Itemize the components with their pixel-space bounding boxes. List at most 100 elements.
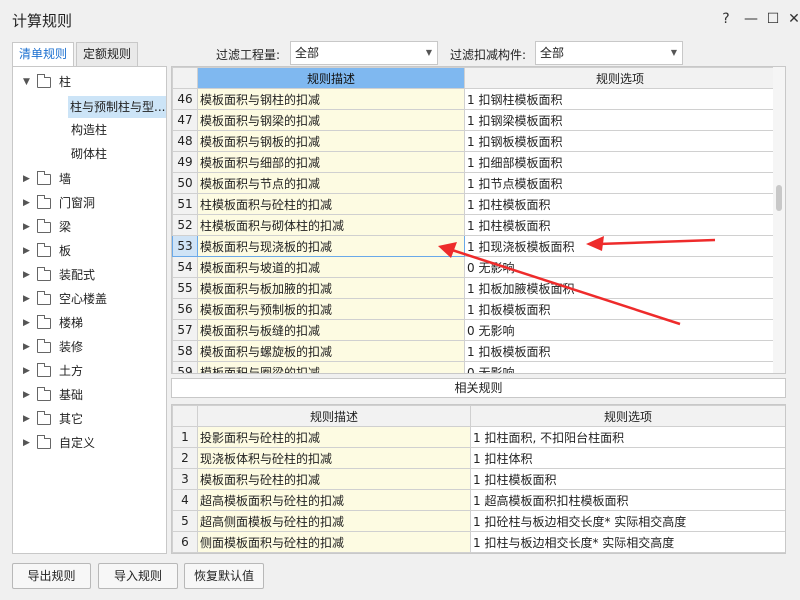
table-row[interactable]: 58 模板面积与螺旋板的扣减 1 扣板模板面积	[172, 340, 776, 362]
rule-option[interactable]: 1 扣柱模板面积	[470, 468, 785, 490]
row-number[interactable]: 2	[172, 447, 198, 469]
table-row[interactable]: 56 模板面积与预制板的扣减 1 扣板模板面积	[172, 298, 776, 320]
row-number[interactable]: 3	[172, 468, 198, 490]
tree-node-column[interactable]: ▼ 柱	[13, 71, 163, 93]
rule-option[interactable]: 1 扣板模板面积	[464, 340, 776, 362]
collapsed-arrow-icon[interactable]: ▶	[23, 432, 30, 454]
table-row[interactable]: 49 模板面积与细部的扣减 1 扣细部模板面积	[172, 151, 776, 173]
collapsed-arrow-icon[interactable]: ▶	[23, 384, 30, 406]
rule-option[interactable]: 1 扣砼柱与板边相交长度* 实际相交高度	[470, 510, 785, 532]
tab-bill-rules[interactable]: 清单规则	[12, 42, 74, 67]
rule-description[interactable]: 模板面积与节点的扣减	[197, 172, 465, 194]
row-number[interactable]: 53	[172, 235, 198, 257]
table-row[interactable]: 57 模板面积与板缝的扣减 0 无影响	[172, 319, 776, 341]
tree-node-hollow-floor[interactable]: ▶ 空心楼盖	[13, 288, 163, 310]
table-row[interactable]: 53 模板面积与现浇板的扣减 1 扣现浇板模板面积	[172, 235, 776, 257]
rule-description[interactable]: 模板面积与钢柱的扣减	[197, 88, 465, 110]
row-number[interactable]: 47	[172, 109, 198, 131]
row-number[interactable]: 54	[172, 256, 198, 278]
column-header-description[interactable]: 规则描述	[197, 67, 465, 89]
rule-description[interactable]: 模板面积与螺旋板的扣减	[197, 340, 465, 362]
rule-option[interactable]: 1 扣板加腋模板面积	[464, 277, 776, 299]
collapsed-arrow-icon[interactable]: ▶	[23, 240, 30, 262]
table-row[interactable]: 50 模板面积与节点的扣减 1 扣节点模板面积	[172, 172, 776, 194]
rule-option[interactable]: 1 扣细部模板面积	[464, 151, 776, 173]
column-header-description[interactable]: 规则描述	[197, 405, 471, 427]
rule-description[interactable]: 侧面模板面积与砼柱的扣减	[197, 531, 471, 553]
collapsed-arrow-icon[interactable]: ▶	[23, 264, 30, 286]
tree-node-other[interactable]: ▶ 其它	[13, 408, 163, 430]
rule-description[interactable]: 模板面积与板缝的扣减	[197, 319, 465, 341]
rule-description[interactable]: 模板面积与预制板的扣减	[197, 298, 465, 320]
rule-description[interactable]: 模板面积与钢板的扣减	[197, 130, 465, 152]
rule-description[interactable]: 投影面积与砼柱的扣减	[197, 426, 471, 448]
row-number[interactable]: 49	[172, 151, 198, 173]
tree-node-earthwork[interactable]: ▶ 土方	[13, 360, 163, 382]
row-number[interactable]: 52	[172, 214, 198, 236]
table-row[interactable]: 55 模板面积与板加腋的扣减 1 扣板加腋模板面积	[172, 277, 776, 299]
column-header-option[interactable]: 规则选项	[464, 67, 776, 89]
rule-description[interactable]: 超高侧面模板与砼柱的扣减	[197, 510, 471, 532]
rule-option[interactable]: 1 扣钢柱模板面积	[464, 88, 776, 110]
maximize-icon[interactable]: ☐	[762, 8, 784, 30]
rule-option[interactable]: 1 扣柱面积, 不扣阳台柱面积	[470, 426, 785, 448]
rule-option[interactable]: 1 扣现浇板模板面积	[464, 235, 776, 257]
tree-child-column-precast[interactable]: 柱与预制柱与型...	[68, 96, 166, 118]
table-row[interactable]: 3 模板面积与砼柱的扣减 1 扣柱模板面积	[172, 468, 785, 490]
help-icon[interactable]: ?	[715, 8, 737, 30]
rule-option[interactable]: 1 扣节点模板面积	[464, 172, 776, 194]
row-number[interactable]: 50	[172, 172, 198, 194]
tree-node-wall[interactable]: ▶ 墙	[13, 168, 163, 190]
table-row[interactable]: 59 模板面积与圈梁的扣减 0 无影响	[172, 361, 776, 373]
table-row[interactable]: 51 柱模板面积与砼柱的扣减 1 扣柱模板面积	[172, 193, 776, 215]
rule-option[interactable]: 1 超高模板面积扣柱模板面积	[470, 489, 785, 511]
rule-description[interactable]: 模板面积与细部的扣减	[197, 151, 465, 173]
row-number[interactable]: 58	[172, 340, 198, 362]
filter-component-select[interactable]: 全部 ▼	[535, 41, 683, 65]
close-icon[interactable]: ✕	[783, 8, 800, 30]
collapsed-arrow-icon[interactable]: ▶	[23, 336, 30, 358]
collapsed-arrow-icon[interactable]: ▶	[23, 216, 30, 238]
table-row[interactable]: 52 柱模板面积与砌体柱的扣减 1 扣柱模板面积	[172, 214, 776, 236]
table-row[interactable]: 2 现浇板体积与砼柱的扣减 1 扣柱体积	[172, 447, 785, 469]
collapsed-arrow-icon[interactable]: ▶	[23, 288, 30, 310]
rule-description[interactable]: 柱模板面积与砼柱的扣减	[197, 193, 465, 215]
collapsed-arrow-icon[interactable]: ▶	[23, 408, 30, 430]
table-row[interactable]: 5 超高侧面模板与砼柱的扣减 1 扣砼柱与板边相交长度* 实际相交高度	[172, 510, 785, 532]
table-row[interactable]: 4 超高模板面积与砼柱的扣减 1 超高模板面积扣柱模板面积	[172, 489, 785, 511]
rule-option[interactable]: 0 无影响	[464, 361, 776, 373]
table-row[interactable]: 48 模板面积与钢板的扣减 1 扣钢板模板面积	[172, 130, 776, 152]
table-row[interactable]: 6 侧面模板面积与砼柱的扣减 1 扣柱与板边相交长度* 实际相交高度	[172, 531, 785, 553]
filter-project-select[interactable]: 全部 ▼	[290, 41, 438, 65]
rule-description[interactable]: 模板面积与板加腋的扣减	[197, 277, 465, 299]
rule-description[interactable]: 现浇板体积与砼柱的扣减	[197, 447, 471, 469]
column-header-option[interactable]: 规则选项	[470, 405, 785, 427]
import-rules-button[interactable]: 导入规则	[98, 563, 178, 589]
table-row[interactable]: 46 模板面积与钢柱的扣减 1 扣钢柱模板面积	[172, 88, 776, 110]
rule-option[interactable]: 1 扣柱模板面积	[464, 214, 776, 236]
row-number[interactable]: 57	[172, 319, 198, 341]
rule-option[interactable]: 0 无影响	[464, 319, 776, 341]
table-row[interactable]: 47 模板面积与钢梁的扣减 1 扣钢梁模板面积	[172, 109, 776, 131]
row-number[interactable]: 56	[172, 298, 198, 320]
table-row[interactable]: 54 模板面积与坡道的扣减 0 无影响	[172, 256, 776, 278]
rule-option[interactable]: 1 扣柱与板边相交长度* 实际相交高度	[470, 531, 785, 553]
row-number[interactable]: 59	[172, 361, 198, 373]
tree-node-foundation[interactable]: ▶ 基础	[13, 384, 163, 406]
restore-defaults-button[interactable]: 恢复默认值	[184, 563, 264, 589]
row-number[interactable]: 46	[172, 88, 198, 110]
rule-option[interactable]: 1 扣板模板面积	[464, 298, 776, 320]
minimize-icon[interactable]: —	[740, 8, 762, 30]
collapsed-arrow-icon[interactable]: ▶	[23, 360, 30, 382]
tree-node-custom[interactable]: ▶ 自定义	[13, 432, 163, 454]
rule-option[interactable]: 1 扣钢梁模板面积	[464, 109, 776, 131]
row-number[interactable]: 55	[172, 277, 198, 299]
rule-option[interactable]: 1 扣柱体积	[470, 447, 785, 469]
row-number[interactable]: 51	[172, 193, 198, 215]
row-number[interactable]: 5	[172, 510, 198, 532]
tree-node-door-window[interactable]: ▶ 门窗洞	[13, 192, 163, 214]
rule-description[interactable]: 柱模板面积与砌体柱的扣减	[197, 214, 465, 236]
collapsed-arrow-icon[interactable]: ▶	[23, 192, 30, 214]
tree-node-slab[interactable]: ▶ 板	[13, 240, 163, 262]
tree-node-prefab[interactable]: ▶ 装配式	[13, 264, 163, 286]
